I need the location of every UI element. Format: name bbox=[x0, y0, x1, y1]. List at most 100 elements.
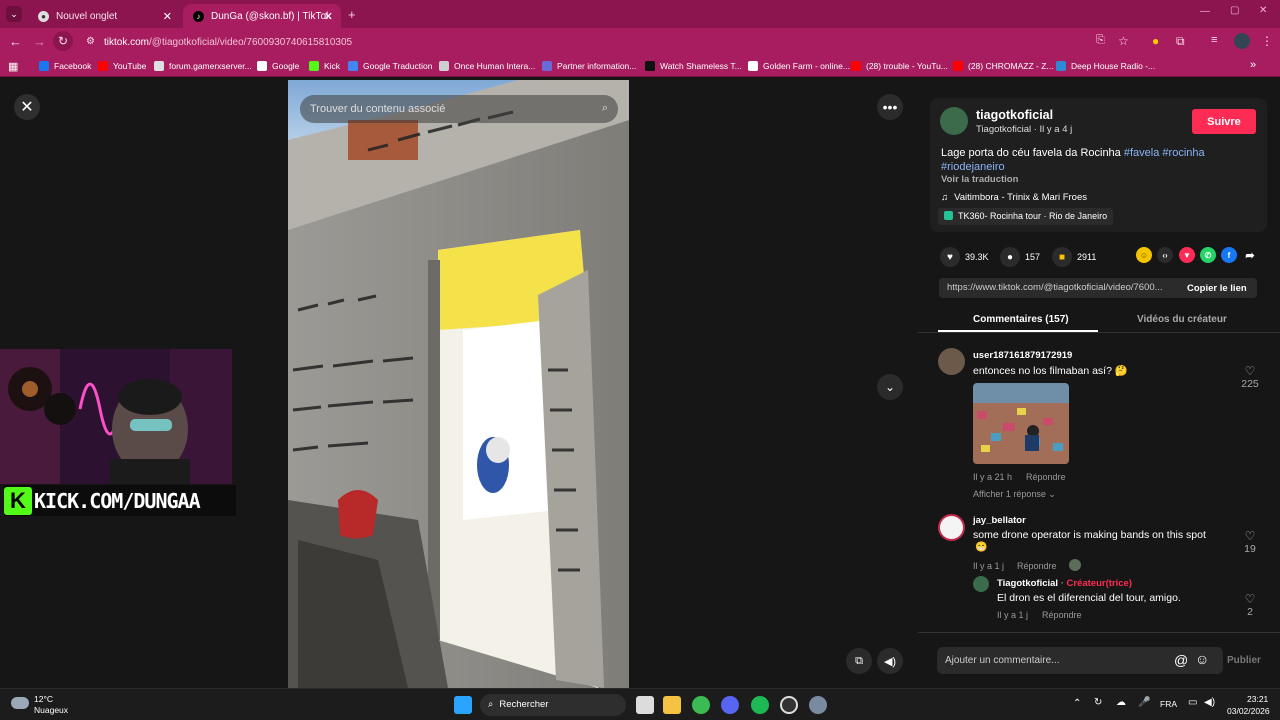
bookmark-item[interactable]: Once Human Intera... bbox=[439, 61, 535, 71]
bookmark-item[interactable]: Facebook bbox=[39, 61, 91, 71]
comment-image[interactable] bbox=[973, 383, 1069, 464]
spotify-icon[interactable] bbox=[751, 696, 769, 714]
save-stat[interactable]: ■ 2911 bbox=[1052, 247, 1096, 267]
bookmark-item[interactable]: (28) CHROMAZZ - Z... bbox=[953, 61, 1053, 71]
discord-icon[interactable] bbox=[721, 696, 739, 714]
location-chip[interactable]: TK360- Rocinha tour · Rio de Janeiro bbox=[938, 208, 1114, 225]
comment-like[interactable]: ♡ 2 bbox=[1238, 592, 1262, 618]
maximize-icon[interactable]: ▢ bbox=[1230, 5, 1239, 16]
task-view-icon[interactable] bbox=[636, 696, 654, 714]
hashtag-link[interactable]: #riodejaneiro bbox=[941, 161, 1005, 173]
chrome-taskbar-icon[interactable] bbox=[692, 696, 710, 714]
tray-chevron-icon[interactable]: ⌃ bbox=[1073, 698, 1081, 709]
new-tab-button[interactable]: + bbox=[348, 7, 356, 22]
bookmark-item[interactable]: YouTube bbox=[98, 61, 146, 71]
comment-stat[interactable]: ● 157 bbox=[1000, 247, 1040, 267]
comment-username[interactable]: Tiagotkoficial bbox=[997, 578, 1058, 589]
tray-cloud-icon[interactable]: ☁ bbox=[1116, 697, 1126, 708]
tab-creator-videos[interactable]: Vidéos du créateur bbox=[1137, 314, 1227, 325]
close-tab-icon[interactable]: ✕ bbox=[163, 10, 172, 23]
reload-icon[interactable]: ↻ bbox=[53, 31, 73, 51]
bookmark-item[interactable]: Google Traduction bbox=[348, 61, 432, 71]
bookmark-item[interactable]: Kick bbox=[309, 61, 340, 71]
back-icon[interactable]: ← bbox=[9, 34, 22, 49]
media-control-icon[interactable]: ≡ bbox=[1211, 34, 1217, 46]
apps-grid-icon[interactable]: ▦ bbox=[8, 60, 18, 73]
bookmark-item[interactable]: Partner information... bbox=[542, 61, 636, 71]
related-search-input[interactable]: Trouver du contenu associé ⌕ bbox=[300, 95, 618, 123]
next-video-button[interactable]: ⌄ bbox=[877, 374, 903, 400]
comment-username[interactable]: user187161879172919 bbox=[973, 350, 1072, 361]
publish-button[interactable]: Publier bbox=[1227, 655, 1261, 666]
volume-button[interactable]: ◀) bbox=[877, 648, 903, 674]
comment-like[interactable]: ♡ 225 bbox=[1238, 364, 1262, 390]
whatsapp-icon[interactable]: ✆ bbox=[1200, 247, 1216, 263]
reply-button[interactable]: Répondre bbox=[1017, 561, 1057, 571]
start-icon[interactable] bbox=[454, 696, 472, 714]
facebook-icon[interactable]: f bbox=[1221, 247, 1237, 263]
hashtag-link[interactable]: #favela bbox=[1124, 147, 1159, 159]
search-icon[interactable]: ⌕ bbox=[602, 102, 608, 115]
network-icon[interactable]: ▭ bbox=[1188, 697, 1197, 708]
comment-username[interactable]: jay_bellator bbox=[973, 515, 1026, 526]
clock-date[interactable]: 03/02/2026 bbox=[1227, 706, 1270, 716]
see-translation-link[interactable]: Voir la traduction bbox=[941, 174, 1018, 185]
weather-icon[interactable] bbox=[11, 697, 29, 709]
obs-icon[interactable] bbox=[780, 696, 798, 714]
avatar[interactable] bbox=[938, 514, 965, 541]
menu-icon[interactable]: ⋮ bbox=[1261, 34, 1273, 48]
settings-icon[interactable] bbox=[809, 696, 827, 714]
close-tab-icon[interactable]: ✕ bbox=[324, 10, 333, 23]
bookmark-item[interactable]: (28) trouble - YouTu... bbox=[851, 61, 948, 71]
copy-link-button[interactable]: Copier le lien bbox=[1187, 283, 1247, 294]
install-app-icon[interactable]: ⎘ bbox=[1096, 34, 1105, 47]
hashtag-link[interactable]: #rocinha bbox=[1162, 147, 1204, 159]
mention-icon[interactable]: @ bbox=[1174, 652, 1188, 668]
author-username[interactable]: tiagotkoficial bbox=[976, 108, 1053, 122]
language-indicator[interactable]: FRA bbox=[1160, 699, 1177, 709]
video-player[interactable] bbox=[288, 80, 629, 688]
tab-new-tab[interactable]: ● Nouvel onglet ✕ bbox=[28, 4, 180, 28]
more-bookmarks-icon[interactable]: » bbox=[1250, 59, 1256, 71]
comment-like[interactable]: ♡ 19 bbox=[1238, 529, 1262, 555]
site-info-icon[interactable]: ⚙ bbox=[86, 36, 95, 47]
bookmark-item[interactable]: Watch Shameless T... bbox=[645, 61, 742, 71]
like-stat[interactable]: ♥ 39.3K bbox=[940, 247, 989, 267]
address-bar[interactable]: tiktok.com/@tiagotkoficial/video/7600930… bbox=[104, 37, 352, 48]
tab-search-button[interactable]: ⌄ bbox=[6, 6, 22, 22]
taskbar-search[interactable]: ⌕ Rechercher bbox=[480, 694, 626, 716]
bookmark-item[interactable]: forum.gamerxserver... bbox=[154, 61, 252, 71]
music-row[interactable]: ♫ Vaitimbora - Trinix & Mari Froes bbox=[941, 192, 1087, 203]
minimize-icon[interactable]: — bbox=[1200, 6, 1210, 17]
forward-icon[interactable]: → bbox=[33, 34, 46, 49]
clock-time[interactable]: 23:21 bbox=[1247, 694, 1268, 704]
follow-button[interactable]: Suivre bbox=[1192, 109, 1256, 134]
pip-button[interactable]: ⧉ bbox=[846, 648, 872, 674]
embed-icon[interactable]: ‹› bbox=[1157, 247, 1173, 263]
send-icon[interactable]: ▼ bbox=[1179, 247, 1195, 263]
file-explorer-icon[interactable] bbox=[663, 696, 681, 714]
author-avatar[interactable] bbox=[940, 107, 968, 135]
coin-icon[interactable]: ☺ bbox=[1136, 247, 1152, 263]
bookmark-item[interactable]: Golden Farm - online... bbox=[748, 61, 850, 71]
close-video-button[interactable]: ✕ bbox=[14, 94, 40, 120]
bookmark-item[interactable]: Deep House Radio -... bbox=[1056, 61, 1155, 71]
reply-button[interactable]: Répondre bbox=[1026, 472, 1066, 482]
share-arrow-icon[interactable]: ➦ bbox=[1242, 247, 1258, 263]
avatar[interactable] bbox=[973, 576, 989, 592]
profile-avatar[interactable] bbox=[1234, 33, 1250, 49]
tray-mic-icon[interactable]: 🎤 bbox=[1138, 697, 1150, 708]
bookmark-item[interactable]: Google bbox=[257, 61, 299, 71]
tab-comments[interactable]: Commentaires (157) bbox=[973, 314, 1069, 325]
tray-sync-icon[interactable]: ↻ bbox=[1094, 697, 1102, 708]
extensions-puzzle-icon[interactable]: ⧉ bbox=[1176, 34, 1185, 49]
bookmark-star-icon[interactable]: ☆ bbox=[1118, 34, 1129, 48]
more-options-button[interactable]: ••• bbox=[877, 94, 903, 120]
volume-tray-icon[interactable]: ◀) bbox=[1204, 697, 1215, 708]
emoji-picker-icon[interactable]: ☺ bbox=[1195, 651, 1209, 667]
tab-tiktok[interactable]: ♪ DunGa (@skon.bf) | TikTok ✕ bbox=[183, 4, 341, 28]
reply-button[interactable]: Répondre bbox=[1042, 610, 1082, 620]
close-window-icon[interactable]: ✕ bbox=[1259, 5, 1267, 16]
show-replies-button[interactable]: Afficher 1 réponse ⌄ bbox=[973, 489, 1056, 500]
extension-icon[interactable]: ● bbox=[1152, 34, 1159, 48]
